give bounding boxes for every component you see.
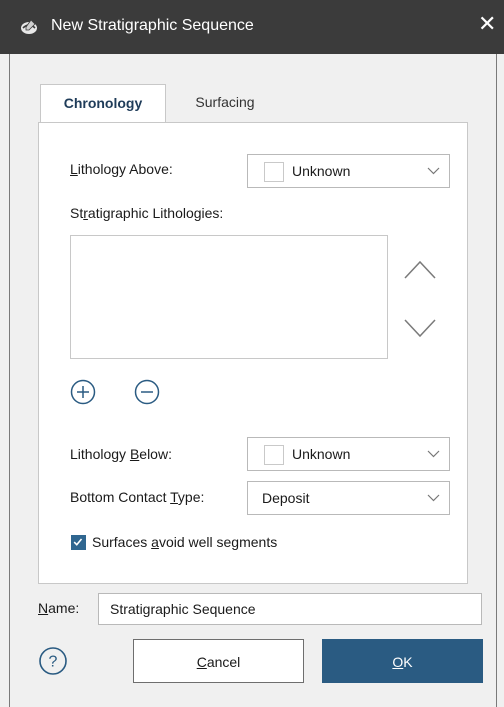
bottom-contact-label: Bottom Contact Type: xyxy=(70,489,205,505)
avoid-wells-label[interactable]: Surfaces avoid well segments xyxy=(92,534,277,550)
arrow-up-icon[interactable] xyxy=(403,258,437,280)
color-swatch xyxy=(264,162,284,182)
arrow-down-icon[interactable] xyxy=(403,318,437,340)
window-title: New Stratigraphic Sequence xyxy=(51,17,254,34)
checkmark-icon xyxy=(73,538,83,546)
title-bar: New Stratigraphic Sequence ✕ xyxy=(0,0,504,54)
name-label: Name: xyxy=(38,600,80,616)
cancel-button[interactable]: Cancel xyxy=(133,639,304,683)
name-field[interactable]: Stratigraphic Sequence xyxy=(98,593,482,625)
lithology-above-value: Unknown xyxy=(292,163,351,179)
lithology-below-label: Lithology Below: xyxy=(70,446,172,462)
close-icon[interactable]: ✕ xyxy=(478,13,496,35)
bottom-contact-value: Deposit xyxy=(262,490,310,506)
chevron-down-icon xyxy=(427,167,440,175)
color-swatch xyxy=(264,445,284,465)
ok-button[interactable]: OK xyxy=(322,639,483,683)
app-icon xyxy=(21,19,37,34)
remove-circle-icon[interactable] xyxy=(134,379,160,405)
add-circle-icon[interactable] xyxy=(70,379,96,405)
strat-lithologies-list[interactable] xyxy=(70,235,388,359)
tab-surfacing[interactable]: Surfacing xyxy=(170,84,280,122)
lithology-above-select[interactable]: Unknown xyxy=(247,154,450,188)
avoid-wells-checkbox[interactable] xyxy=(71,535,86,550)
chevron-down-icon xyxy=(427,450,440,458)
lithology-below-value: Unknown xyxy=(292,446,351,462)
help-icon[interactable]: ? xyxy=(38,646,68,676)
lithology-above-label: Lithology Above: xyxy=(70,161,173,177)
bottom-contact-select[interactable]: Deposit xyxy=(247,481,450,515)
tab-chronology[interactable]: Chronology xyxy=(40,84,166,125)
chevron-down-icon xyxy=(427,494,440,502)
svg-text:?: ? xyxy=(49,654,58,671)
lithology-below-select[interactable]: Unknown xyxy=(247,437,450,471)
strat-lithologies-label: Stratigraphic Lithologies: xyxy=(70,205,224,221)
